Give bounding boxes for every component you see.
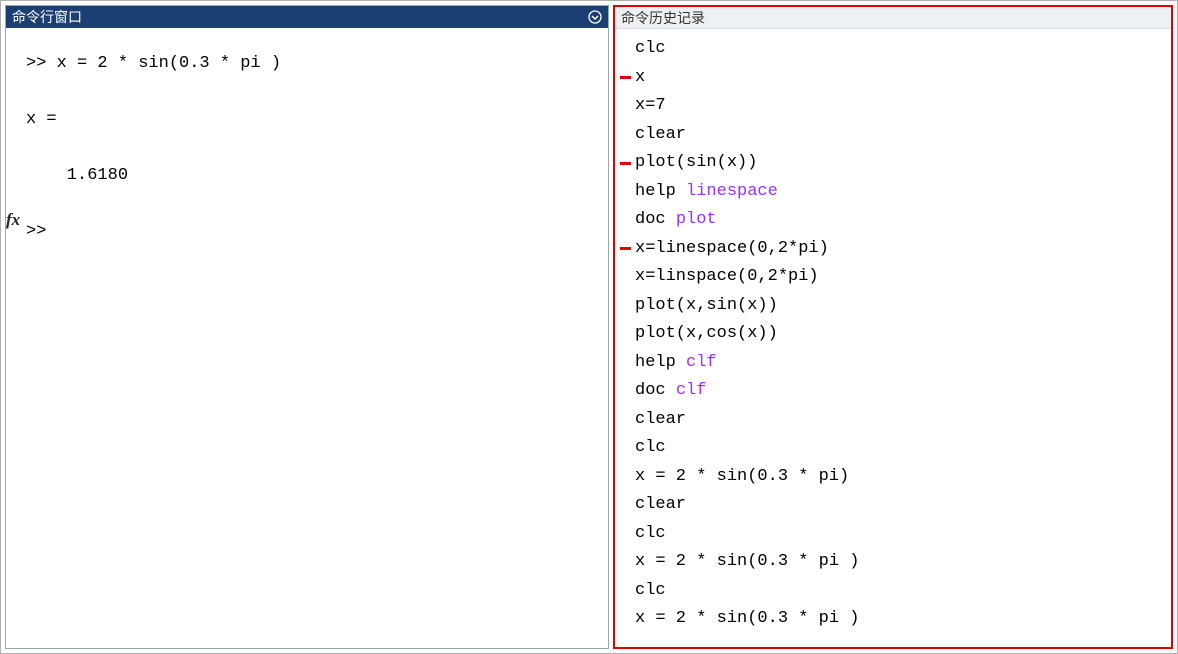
history-item[interactable]: clc [615,434,1171,463]
history-text-segment: plot(x,sin(x)) [635,296,778,315]
command-line: 1.6180 [26,162,608,190]
command-line [26,190,608,218]
history-item[interactable]: x=linespace(0,2*pi) [615,235,1171,264]
history-text-segment: clc [635,524,666,543]
history-item[interactable]: clc [615,520,1171,549]
history-item[interactable]: plot(x,cos(x)) [615,320,1171,349]
history-item[interactable]: help linespace [615,178,1171,207]
chevron-down-circle-icon [588,10,602,24]
history-item-text: x=linspace(0,2*pi) [635,263,819,292]
history-error-marker [615,162,635,165]
history-item[interactable]: clc [615,35,1171,64]
history-item-text: doc plot [635,206,717,235]
command-line: >> [26,218,608,246]
history-item[interactable]: x [615,64,1171,93]
command-output[interactable]: >> x = 2 * sin(0.3 * pi ) x = 1.6180 >> [26,28,608,648]
history-panel-wrapper: 命令历史记录 clc x x=7 clear plot(sin(x)) help line… [613,5,1173,649]
history-item-text: clc [635,577,666,606]
command-window-body[interactable]: fx >> x = 2 * sin(0.3 * pi ) x = 1.6180 … [6,28,608,648]
history-item[interactable]: x=linspace(0,2*pi) [615,263,1171,292]
command-gutter: fx [6,28,26,648]
command-line: x = [26,106,608,134]
command-window-title: 命令行窗口 [12,7,586,27]
panel-menu-button[interactable] [586,8,604,26]
error-dash-icon [620,162,631,165]
history-item-text: clc [635,434,666,463]
history-item[interactable]: x=7 [615,92,1171,121]
history-item-text: x = 2 * sin(0.3 * pi ) [635,605,859,634]
history-text-segment: doc [635,210,676,229]
history-item[interactable]: help clf [615,349,1171,378]
history-text-segment: x = 2 * sin(0.3 * pi) [635,467,849,486]
history-keyword: clf [676,381,707,400]
history-list: clcxx=7clearplot(sin(x))help linespacedo… [615,29,1171,634]
history-item-text: clc [635,520,666,549]
history-text-segment: x=linespace(0,2*pi) [635,239,829,258]
history-text-segment: help [635,182,686,201]
app-window: 命令行窗口 fx >> x = 2 * sin(0.3 * pi ) x = 1… [0,0,1178,654]
command-line [26,134,608,162]
main-row: 命令行窗口 fx >> x = 2 * sin(0.3 * pi ) x = 1… [1,1,1177,653]
command-line [26,78,608,106]
history-item[interactable]: plot(x,sin(x)) [615,292,1171,321]
history-text-segment: clc [635,438,666,457]
history-item[interactable]: clear [615,491,1171,520]
history-text-segment: x [635,68,645,87]
history-keyword: clf [686,353,717,372]
history-item-text: x [635,64,645,93]
history-text-segment: clc [635,39,666,58]
history-text-segment: x = 2 * sin(0.3 * pi ) [635,609,859,628]
history-text-segment: x=linspace(0,2*pi) [635,267,819,286]
command-line: >> x = 2 * sin(0.3 * pi ) [26,50,608,78]
fx-icon[interactable]: fx [6,206,20,234]
history-error-marker [615,76,635,79]
history-text-segment: clc [635,581,666,600]
history-item-text: plot(sin(x)) [635,149,757,178]
history-item[interactable]: x = 2 * sin(0.3 * pi ) [615,548,1171,577]
history-text-segment: plot(sin(x)) [635,153,757,172]
history-error-marker [615,247,635,250]
history-text-segment: clear [635,125,686,144]
history-text-segment: clear [635,410,686,429]
history-item[interactable]: clear [615,406,1171,435]
history-item-text: doc clf [635,377,706,406]
history-item[interactable]: doc clf [615,377,1171,406]
history-item[interactable]: plot(sin(x)) [615,149,1171,178]
history-item-text: clear [635,406,686,435]
history-text-segment: plot(x,cos(x)) [635,324,778,343]
history-item[interactable]: clc [615,577,1171,606]
history-item-text: clear [635,121,686,150]
history-item-text: x = 2 * sin(0.3 * pi ) [635,548,859,577]
history-item[interactable]: x = 2 * sin(0.3 * pi) [615,463,1171,492]
history-item-text: plot(x,sin(x)) [635,292,778,321]
history-item[interactable]: doc plot [615,206,1171,235]
history-item-text: x=7 [635,92,666,121]
history-item-text: help linespace [635,178,778,207]
history-keyword: plot [676,210,717,229]
history-item-text: x = 2 * sin(0.3 * pi) [635,463,849,492]
history-item-text: clear [635,491,686,520]
history-item[interactable]: clear [615,121,1171,150]
history-item-text: x=linespace(0,2*pi) [635,235,829,264]
history-panel: 命令历史记录 clc x x=7 clear plot(sin(x)) help line… [613,5,1173,649]
error-dash-icon [620,247,631,250]
history-item[interactable]: x = 2 * sin(0.3 * pi ) [615,605,1171,634]
history-item-text: clc [635,35,666,64]
history-text-segment: x = 2 * sin(0.3 * pi ) [635,552,859,571]
history-text-segment: doc [635,381,676,400]
history-titlebar[interactable]: 命令历史记录 [615,7,1171,29]
command-window-panel: 命令行窗口 fx >> x = 2 * sin(0.3 * pi ) x = 1… [5,5,609,649]
history-text-segment: x=7 [635,96,666,115]
history-item-text: help clf [635,349,717,378]
history-text-segment: clear [635,495,686,514]
history-item-text: plot(x,cos(x)) [635,320,778,349]
history-keyword: linespace [686,182,778,201]
history-title: 命令历史记录 [621,8,705,28]
command-window-titlebar[interactable]: 命令行窗口 [6,6,608,28]
history-text-segment: help [635,353,686,372]
error-dash-icon [620,76,631,79]
